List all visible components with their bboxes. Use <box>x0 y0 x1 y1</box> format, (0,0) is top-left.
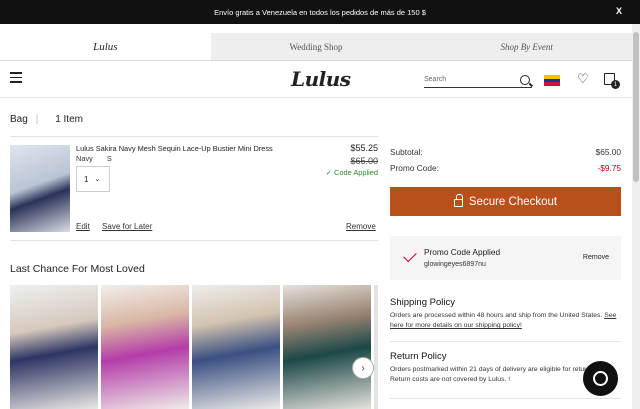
promo-value: -$9.75 <box>597 163 621 173</box>
product-price: $55.25 $65.00 <box>350 143 378 166</box>
subtotal-value: $65.00 <box>595 147 621 157</box>
close-icon[interactable]: X <box>616 6 622 16</box>
product-card[interactable] <box>10 285 98 409</box>
menu-icon[interactable] <box>10 72 22 86</box>
subtotal-row: Subtotal: $65.00 <box>390 147 621 157</box>
chat-icon[interactable] <box>583 361 618 396</box>
quantity-value: 1 <box>84 174 89 184</box>
bag-title: Bag <box>10 114 28 125</box>
shipping-policy: Shipping Policy Orders are processed wit… <box>390 297 621 331</box>
promo-row: Promo Code: -$9.75 <box>390 163 621 173</box>
product-card[interactable] <box>374 285 378 409</box>
shipping-policy-text: Orders are processed within 48 hours and… <box>390 312 617 329</box>
search-placeholder: Search <box>424 76 447 83</box>
search-input[interactable]: Search <box>424 72 532 88</box>
scrollbar[interactable] <box>632 24 640 409</box>
wishlist-icon[interactable]: ♡ <box>577 71 589 87</box>
tab-lulus[interactable]: Lulus <box>0 33 211 60</box>
shipping-policy-title: Shipping Policy <box>390 297 455 308</box>
quantity-select[interactable]: 1 ⌄ <box>76 166 110 192</box>
bag-count-badge: 1 <box>611 80 620 89</box>
promo-remove-button[interactable]: Remove <box>583 254 609 261</box>
sale-price: $55.25 <box>350 143 378 153</box>
product-card[interactable] <box>283 285 371 409</box>
original-price: $65.00 <box>350 156 378 166</box>
product-card[interactable] <box>101 285 189 409</box>
save-for-later-link[interactable]: Save for Later <box>102 222 152 231</box>
product-color: Navy <box>76 154 93 163</box>
edit-link[interactable]: Edit <box>76 222 90 231</box>
product-image[interactable] <box>10 145 70 232</box>
product-name[interactable]: Lulus Sakira Navy Mesh Sequin Lace-Up Bu… <box>76 144 286 154</box>
divider <box>390 398 621 399</box>
bag-header: Bag | 1 Item <box>10 114 83 125</box>
secure-checkout-button[interactable]: Secure Checkout <box>390 187 621 216</box>
promo-box-title: Promo Code Applied <box>424 247 501 257</box>
divider <box>10 136 378 137</box>
return-policy-title: Return Policy <box>390 351 447 362</box>
chevron-right-icon[interactable]: › <box>352 357 374 379</box>
promo-box-code: glowingeyes6897nu <box>424 261 486 268</box>
site-header: Lulus Search ♡ 1 <box>0 62 632 98</box>
check-icon <box>403 248 417 263</box>
bag-item-count: 1 Item <box>55 114 83 125</box>
brand-tabs: Lulus Wedding Shop Shop By Event <box>0 33 633 61</box>
remove-item-link[interactable]: Remove <box>346 222 376 231</box>
promo-banner: Envío gratis a Venezuela en todos los pe… <box>0 0 640 24</box>
promo-label: Promo Code: <box>390 163 439 173</box>
promo-banner-text: Envío gratis a Venezuela en todos los pe… <box>214 7 426 17</box>
divider <box>390 341 621 342</box>
lock-icon <box>453 194 463 207</box>
country-flag-icon[interactable] <box>544 75 560 86</box>
search-icon[interactable] <box>520 74 530 85</box>
product-size: S <box>106 154 112 163</box>
bag-icon[interactable]: 1 <box>604 73 620 89</box>
tab-shop-by-event[interactable]: Shop By Event <box>421 33 633 60</box>
product-attributes: Navy S <box>76 154 124 163</box>
promo-code-box: Promo Code Applied glowingeyes6897nu Rem… <box>390 236 621 280</box>
chevron-down-icon: ⌄ <box>94 176 101 183</box>
product-card[interactable] <box>192 285 280 409</box>
item-actions: Edit Save for Later <box>76 222 162 231</box>
scrollbar-thumb[interactable] <box>633 32 639 182</box>
code-applied-label: ✓ Code Applied <box>325 168 378 177</box>
tab-wedding-shop[interactable]: Wedding Shop <box>210 33 422 60</box>
checkout-label: Secure Checkout <box>468 195 558 208</box>
recommendations-carousel <box>10 285 378 409</box>
recommendations-title: Last Chance For Most Loved <box>10 263 145 275</box>
divider <box>10 240 378 241</box>
subtotal-label: Subtotal: <box>390 147 423 157</box>
logo[interactable]: Lulus <box>291 67 351 91</box>
